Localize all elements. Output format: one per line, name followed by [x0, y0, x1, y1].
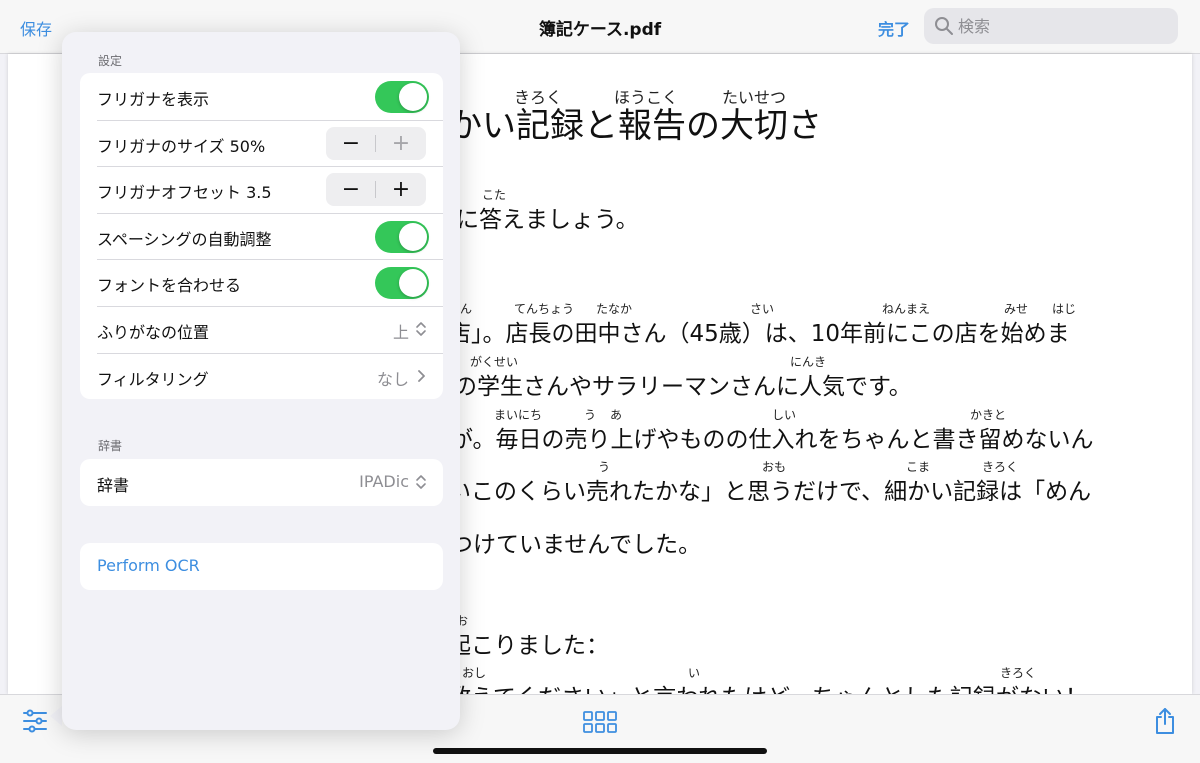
auto-spacing-toggle[interactable]: [375, 220, 429, 253]
perform-ocr-label: Perform OCR: [97, 556, 200, 575]
chevron-updown-icon: [416, 322, 426, 336]
filtering-value: なし: [376, 369, 409, 389]
dictionary-group: 辞書 IPADic: [80, 459, 443, 506]
furigana: しい: [772, 408, 797, 422]
ocr-group: Perform OCR: [80, 543, 443, 590]
document-line: つけていませんでした。: [450, 532, 702, 558]
document-line: 起こりました：: [448, 633, 609, 659]
decrement-button[interactable]: −: [326, 173, 376, 206]
furigana: にんき: [790, 355, 827, 369]
toggle-knob: [399, 83, 427, 111]
furigana: おし: [462, 666, 487, 680]
increment-button[interactable]: +: [376, 127, 426, 160]
furigana: い: [688, 666, 701, 680]
search-icon: [935, 17, 953, 35]
filtering-row[interactable]: フィルタリング なし: [80, 352, 443, 400]
perform-ocr-button[interactable]: Perform OCR: [80, 543, 443, 590]
furigana: きろく: [982, 460, 1019, 474]
dictionary-row[interactable]: 辞書 IPADic: [80, 459, 443, 506]
row-label: フリガナを表示: [97, 90, 210, 109]
settings-section-title: 設定: [98, 54, 123, 68]
sliders-icon[interactable]: [22, 709, 48, 733]
grid-icon[interactable]: [583, 711, 617, 733]
furigana: あ: [610, 408, 623, 422]
home-indicator: [433, 748, 767, 754]
row-label: フォントを合わせる: [97, 276, 242, 296]
furigana: たなか: [596, 302, 633, 316]
share-icon[interactable]: [1154, 707, 1176, 735]
furigana: たいせつ: [722, 88, 787, 107]
furigana: こた: [482, 188, 507, 202]
search-input[interactable]: [958, 8, 1168, 44]
chevron-right-icon: [418, 369, 425, 382]
furigana: ねんまえ: [882, 302, 931, 316]
increment-button[interactable]: +: [376, 173, 426, 206]
furigana: まいにち: [494, 408, 543, 422]
document-line: 店」。店長の田中さん（45歳）は、10年前にこの店を始めま: [448, 321, 1070, 347]
furigana: ん: [460, 302, 473, 316]
furigana: おも: [762, 460, 787, 474]
popover-arrow: [50, 706, 62, 726]
search-field[interactable]: [924, 8, 1178, 44]
furigana: はじ: [1052, 302, 1077, 316]
furigana-offset-stepper: − +: [326, 173, 426, 207]
furigana: きろく: [514, 88, 563, 107]
furigana: てんちょう: [514, 302, 575, 316]
row-label: フリガナオフセット 3.5: [97, 183, 272, 203]
document-line: 教えてください」と言われたけど、ちゃんとした記録がない！: [448, 678, 1088, 694]
done-button[interactable]: 完了: [878, 16, 910, 40]
furigana-show-toggle[interactable]: [375, 81, 429, 113]
match-font-row: フォントを合わせる: [80, 259, 443, 306]
furigana: かきと: [970, 408, 1007, 422]
furigana: さい: [750, 302, 775, 316]
furigana-position-row[interactable]: ふりがなの位置 上: [80, 305, 443, 353]
settings-group: フリガナを表示 フリガナのサイズ 50% − + フリガナオフセット 3.5 −…: [80, 73, 443, 400]
chevron-updown-icon: [416, 475, 426, 489]
dictionary-value: IPADic: [359, 472, 409, 491]
furigana: きろく: [1000, 666, 1037, 680]
document-line: に答えましょう。: [456, 207, 639, 233]
document-line: の学生さんやサラリーマンさんに人気です。: [454, 374, 912, 400]
document-line: いこのくらい売れたかな」と思うだけで、細かい記録は「めん: [448, 479, 1092, 505]
furigana: みせ: [1004, 302, 1029, 316]
furigana: がくせい: [470, 355, 519, 369]
settings-popover: 設定 フリガナを表示 フリガナのサイズ 50% − + フリガナオフセット 3.…: [62, 32, 460, 730]
furigana-size-stepper: − +: [326, 126, 426, 160]
auto-spacing-row: スペーシングの自動調整: [80, 212, 443, 260]
dictionary-section-title: 辞書: [98, 439, 123, 453]
toggle-knob: [399, 269, 427, 298]
row-label: フィルタリング: [97, 369, 209, 389]
furigana: ほうこく: [614, 88, 679, 107]
furigana: う: [598, 460, 611, 474]
furigana: う: [584, 408, 597, 422]
furigana-show-row: フリガナを表示: [80, 73, 443, 120]
toggle-knob: [399, 222, 427, 251]
match-font-toggle[interactable]: [375, 267, 429, 300]
row-label: 辞書: [97, 476, 130, 495]
decrement-button[interactable]: −: [326, 127, 376, 160]
furigana-offset-row: フリガナオフセット 3.5 − +: [80, 166, 443, 213]
furigana-size-row: フリガナのサイズ 50% − +: [80, 119, 443, 167]
row-label: フリガナのサイズ 50%: [97, 136, 266, 156]
document-line: が。毎日の売り上げやものの仕入れをちゃんと書き留めないん: [450, 427, 1094, 453]
row-label: ふりがなの位置: [97, 322, 210, 342]
furigana: こま: [906, 460, 931, 474]
row-label: スペーシングの自動調整: [97, 229, 272, 249]
furigana-position-value: 上: [392, 322, 409, 342]
